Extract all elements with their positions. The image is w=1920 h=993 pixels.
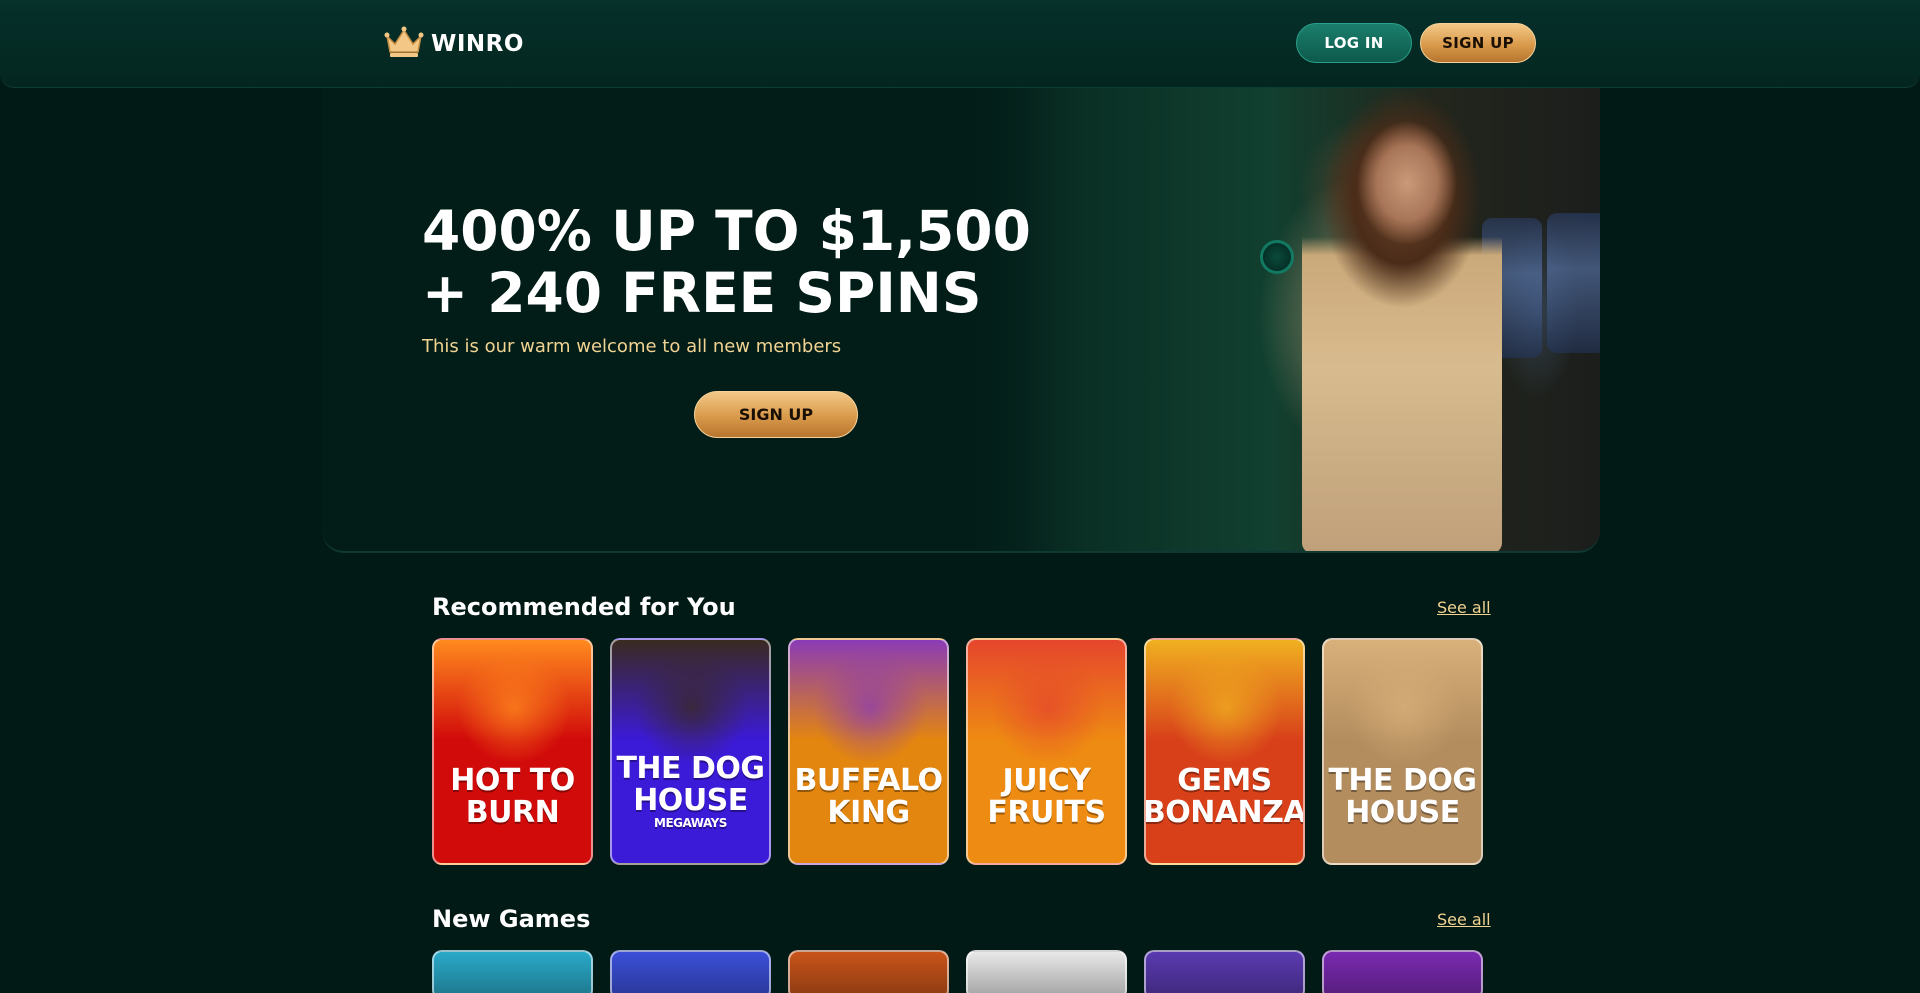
game-tile[interactable]: JUICY FRUITS: [966, 638, 1127, 865]
game-title: JUICY FRUITS: [987, 763, 1106, 830]
game-title: THE DOG HOUSE MEGAWAYS: [616, 751, 765, 830]
hero-title: 400% UP TO $1,500 + 240 FREE SPINS: [422, 199, 1031, 325]
game-art: [454, 654, 574, 762]
hero-banner: 400% UP TO $1,500 + 240 FREE SPINS This …: [322, 88, 1600, 553]
recommended-section-title: Recommended for You: [432, 593, 736, 621]
game-tile[interactable]: [1144, 950, 1305, 993]
game-title: BUFFALO KING: [794, 763, 943, 830]
winro-logo[interactable]: WINRO: [383, 24, 524, 64]
new-games-list: [432, 950, 1483, 993]
game-art: [1344, 654, 1464, 762]
game-art: [632, 654, 752, 762]
game-art: [1166, 654, 1286, 762]
game-art: [988, 654, 1108, 762]
hero-title-line1: 400% UP TO $1,500: [422, 199, 1031, 263]
game-tile[interactable]: [432, 950, 593, 993]
game-title: HOT TO BURN: [450, 763, 575, 830]
logo-text: WINRO: [431, 31, 524, 57]
game-tile[interactable]: [966, 950, 1127, 993]
login-button[interactable]: LOG IN: [1296, 23, 1412, 63]
game-tile[interactable]: BUFFALO KING: [788, 638, 949, 865]
game-tile[interactable]: THE DOG HOUSE: [1322, 638, 1483, 865]
game-title: THE DOG HOUSE: [1328, 763, 1477, 830]
game-tile[interactable]: HOT TO BURN: [432, 638, 593, 865]
casino-chip-icon: [1260, 240, 1294, 274]
game-tile[interactable]: [1322, 950, 1483, 993]
signup-button[interactable]: SIGN UP: [1420, 23, 1536, 63]
hero-title-line2: + 240 FREE SPINS: [422, 261, 982, 325]
game-tile[interactable]: THE DOG HOUSE MEGAWAYS: [610, 638, 771, 865]
game-art: [810, 654, 930, 762]
recommended-games-list: HOT TO BURN THE DOG HOUSE MEGAWAYS BUFFALO KIN…: [432, 638, 1483, 865]
game-tile[interactable]: [610, 950, 771, 993]
new-games-section-title: New Games: [432, 905, 591, 933]
game-tile[interactable]: GEMS BONANZA: [1144, 638, 1305, 865]
game-tile[interactable]: [788, 950, 949, 993]
top-header: WINRO LOG IN SIGN UP: [0, 0, 1920, 88]
crown-icon: [383, 24, 425, 64]
hero-subtitle: This is our warm welcome to all new memb…: [422, 336, 842, 357]
recommended-see-all-link[interactable]: See all: [1437, 598, 1491, 617]
new-games-see-all-link[interactable]: See all: [1437, 910, 1491, 929]
hero-signup-button[interactable]: SIGN UP: [694, 391, 858, 438]
game-title: GEMS BONANZA: [1144, 763, 1305, 830]
